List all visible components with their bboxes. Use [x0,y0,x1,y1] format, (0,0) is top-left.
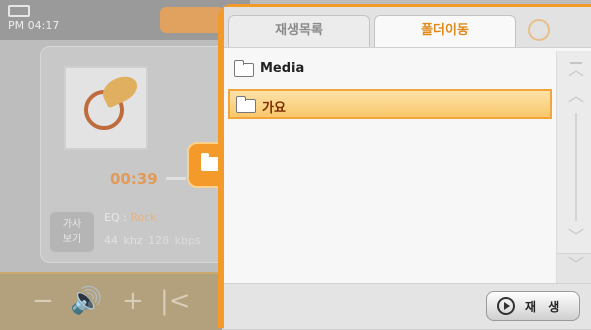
tab-bar: 재생목록 폴더이동 [224,7,591,48]
seek-bar [166,177,186,180]
bitrate: 128 kbps [148,234,201,247]
battery-icon [8,5,30,17]
lyrics-label-1: 가사 [62,219,82,230]
play-icon [497,297,515,315]
scroll-down-icon[interactable]: ﹀ [565,226,587,248]
volume-up-icon: + [122,286,144,316]
folder-icon [201,153,219,171]
scrollbar[interactable]: ︿ ︿ ﹀ ﹀ [556,51,591,299]
eq-label: EQ : [104,211,127,224]
previous-icon: |< [160,286,191,316]
speaker-icon: 🔊 [70,286,103,316]
list-item-media[interactable]: Media [228,55,552,85]
sample-rate: 44 khz [104,234,143,247]
folder-list: Media 가요 [224,51,556,281]
loading-ring-icon [528,19,550,41]
list-item-label: 가요 [262,101,286,116]
tab-folder-move[interactable]: 폴더이동 [374,15,516,47]
list-item-label: Media [260,61,305,76]
scroll-up-icon[interactable]: ︿ [565,85,587,107]
bitrate-info: 44 khz 128 kbps [104,234,201,247]
lyrics-view-button: 가사 보기 [50,212,94,252]
folder-icon [236,96,256,113]
player-controls: − 🔊 + |< [0,272,222,330]
status-pill [160,7,224,33]
list-item-gayo[interactable]: 가요 [228,89,552,119]
eq-value: Rock [130,211,157,224]
scroll-track[interactable] [575,113,577,221]
elapsed-time: 00:39 [110,170,158,188]
status-time: PM 04:17 [8,19,60,32]
tab-playlist[interactable]: 재생목록 [228,15,370,47]
status-bar: PM 04:17 [0,0,250,40]
bottom-bar: 재 생 [224,283,591,329]
folder-icon [234,60,254,77]
folder-browser-panel: 재생목록 폴더이동 Media 가요 ︿ ︿ ﹀ ﹀ 재 생 [218,4,591,329]
volume-down-icon: − [32,286,54,316]
album-art [64,66,148,150]
eq-info: EQ : Rock [104,211,157,224]
scroll-top-icon[interactable]: ︿ [565,59,587,81]
lyrics-label-2: 보기 [62,234,82,245]
play-button-label: 재 생 [525,300,564,314]
play-button[interactable]: 재 생 [486,291,580,321]
